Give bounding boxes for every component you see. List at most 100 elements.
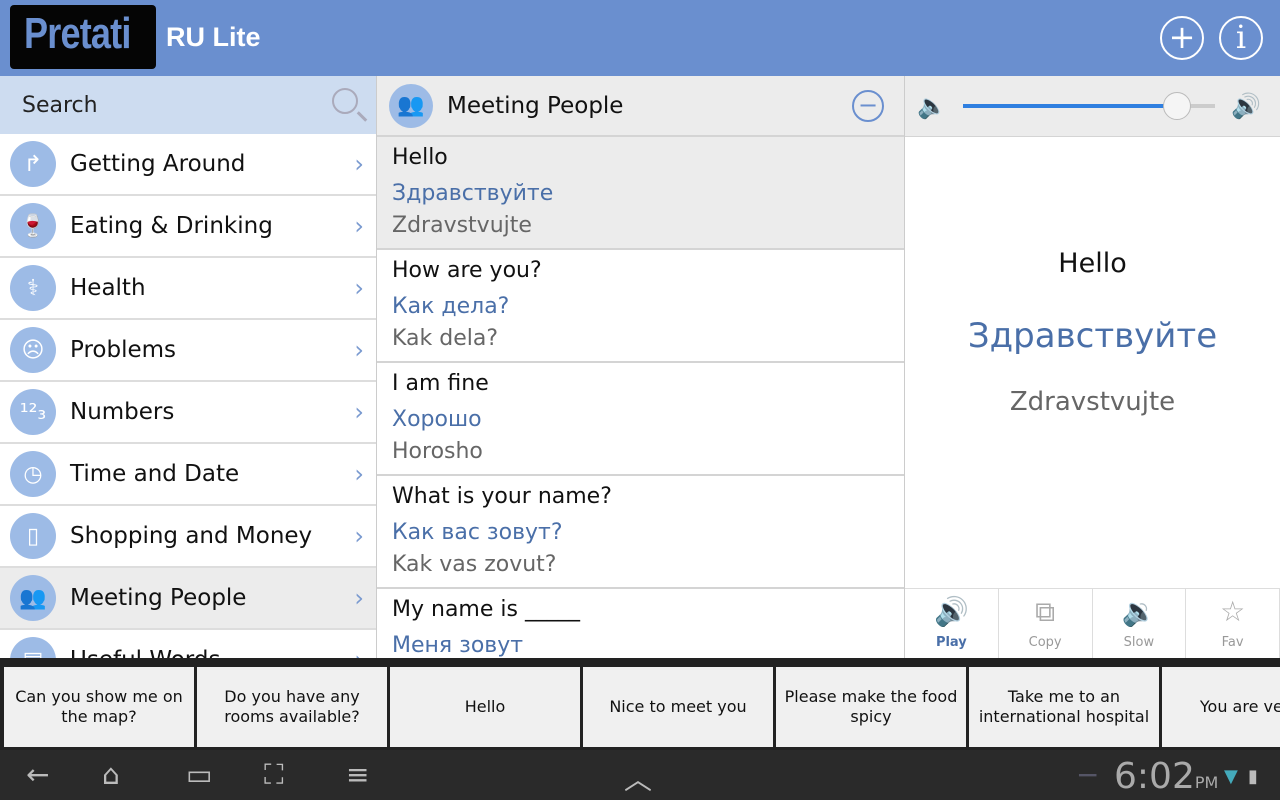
category-icon: ◷	[10, 451, 56, 497]
phrase-detail-panel: 🔈 🔊 Hello Здравствуйте Zdravstvujte 🔊 Pla…	[905, 76, 1280, 658]
detail-transliteration: Zdravstvujte	[1009, 387, 1176, 417]
search-placeholder: Search	[22, 92, 98, 118]
category-item[interactable]: ▤ Useful Words ›	[0, 630, 376, 658]
volume-high-icon: 🔊	[1231, 92, 1261, 120]
volume-slider[interactable]	[963, 92, 1215, 120]
category-label: Health	[70, 275, 146, 301]
phrase-item[interactable]: What is your name? Как вас зовут? Kak vas …	[377, 476, 904, 589]
notification-icon[interactable]: −	[1076, 758, 1099, 791]
chevron-right-icon: ›	[354, 274, 364, 302]
category-label: Useful Words	[70, 647, 220, 658]
app-header: Pretati RU Lite + i	[0, 0, 1280, 76]
info-icon[interactable]: i	[1219, 16, 1263, 60]
phrase-english: How are you?	[392, 258, 542, 283]
phrase-item[interactable]: My name is _____ Меня зовут	[377, 589, 904, 658]
category-label: Eating & Drinking	[70, 213, 273, 239]
chevron-right-icon: ›	[354, 398, 364, 426]
search-input[interactable]: Search	[0, 76, 376, 134]
phrase-english: My name is _____	[392, 597, 580, 622]
phrase-english: I am fine	[392, 371, 489, 396]
category-item[interactable]: ¹²₃ Numbers ›	[0, 382, 376, 444]
screenshot-icon[interactable]: ⛶	[264, 758, 284, 792]
phrase-item[interactable]: How are you? Как дела? Kak dela?	[377, 250, 904, 363]
home-icon[interactable]: ⌂	[102, 758, 120, 791]
chevron-right-icon: ›	[354, 522, 364, 550]
app-title: RU Lite	[166, 22, 261, 52]
chevron-right-icon: ›	[354, 460, 364, 488]
action-label: Play	[935, 635, 967, 650]
category-item[interactable]: 👥 Meeting People ›	[0, 568, 376, 630]
category-item[interactable]: 🍷 Eating & Drinking ›	[0, 196, 376, 258]
category-item[interactable]: ↱ Getting Around ›	[0, 134, 376, 196]
people-icon: 👥	[389, 83, 433, 128]
quick-phrase-strip: Can you show me on the map? Do you have a…	[0, 658, 1280, 750]
phrase-russian: Меня зовут	[392, 633, 524, 658]
category-label: Getting Around	[70, 151, 246, 177]
quick-phrase-card[interactable]: Hello	[390, 667, 580, 747]
slow-icon: 🔉	[1121, 595, 1157, 628]
phrase-list-header: 👥 Meeting People −	[377, 76, 904, 137]
chevron-right-icon: ›	[354, 584, 364, 612]
category-label: Time and Date	[70, 461, 240, 487]
search-icon[interactable]	[332, 88, 358, 114]
volume-thumb[interactable]	[1163, 92, 1192, 120]
volume-bar: 🔈 🔊	[905, 76, 1280, 137]
category-icon: ¹²₃	[10, 389, 56, 435]
action-label: Slow	[1123, 635, 1155, 650]
quick-phrase-card[interactable]: Can you show me on the map?	[4, 667, 194, 747]
quick-phrase-card[interactable]: Do you have any rooms available?	[197, 667, 387, 747]
category-icon: ☹	[10, 327, 56, 373]
category-sidebar: Search ↱ Getting Around › 🍷 Eating & Drinkin…	[0, 76, 377, 658]
phrase-russian: Здравствуйте	[392, 181, 554, 206]
category-item[interactable]: ☹ Problems ›	[0, 320, 376, 382]
recent-apps-icon[interactable]: ▭	[186, 758, 212, 791]
category-icon: 👥	[10, 575, 56, 621]
category-item[interactable]: ◷ Time and Date ›	[0, 444, 376, 506]
chevron-right-icon: ›	[354, 212, 364, 240]
battery-icon: ▮	[1248, 766, 1258, 787]
phrase-item[interactable]: Hello Здравствуйте Zdravstvujte	[377, 137, 904, 250]
copy-button[interactable]: ⧉ Copy	[999, 589, 1093, 658]
menu-icon[interactable]: ≡	[346, 758, 369, 791]
volume-low-icon: 🔈	[917, 92, 947, 120]
chevron-right-icon: ›	[354, 336, 364, 364]
play-icon: 🔊	[933, 595, 969, 628]
quick-phrase-card[interactable]: You are very b	[1162, 667, 1280, 747]
action-label: Copy	[1028, 635, 1062, 650]
chevron-right-icon: ›	[354, 150, 364, 178]
category-icon: ▯	[10, 513, 56, 559]
category-title: Meeting People	[447, 92, 624, 119]
category-icon: ↱	[10, 141, 56, 187]
category-item[interactable]: ⚕ Health ›	[0, 258, 376, 320]
wifi-icon: ▼	[1224, 766, 1238, 787]
pretati-logo: Pretati	[10, 5, 156, 69]
fav-button[interactable]: ☆ Fav	[1186, 589, 1280, 658]
category-label: Numbers	[70, 399, 175, 425]
slow-button[interactable]: 🔉 Slow	[1093, 589, 1187, 658]
category-label: Meeting People	[70, 585, 247, 611]
phrase-english: What is your name?	[392, 484, 612, 509]
detail-russian: Здравствуйте	[967, 316, 1218, 356]
category-label: Problems	[70, 337, 177, 363]
copy-icon: ⧉	[1035, 595, 1056, 628]
action-label: Fav	[1221, 635, 1244, 650]
detail-english: Hello	[1058, 248, 1127, 279]
chevron-up-icon[interactable]: ︿	[624, 758, 652, 798]
quick-phrase-card[interactable]: Please make the food spicy	[776, 667, 966, 747]
phrase-list-panel: 👥 Meeting People − Hello Здравствуйте Zdra…	[377, 76, 905, 658]
play-button[interactable]: 🔊 Play	[905, 589, 999, 658]
category-icon: 🍷	[10, 203, 56, 249]
back-icon[interactable]: ←	[26, 758, 49, 791]
collapse-icon[interactable]: −	[852, 90, 884, 122]
add-icon[interactable]: +	[1160, 16, 1204, 60]
system-nav-bar: ← ⌂ ▭ ⛶ ≡ ︿ − 6:02PM ▼ ▮	[0, 750, 1280, 800]
quick-phrase-card[interactable]: Nice to meet you	[583, 667, 773, 747]
quick-phrase-card[interactable]: Take me to an international hospital	[969, 667, 1159, 747]
category-icon: ⚕	[10, 265, 56, 311]
phrase-item[interactable]: I am fine Хорошо Horosho	[377, 363, 904, 476]
clock[interactable]: 6:02PM	[1114, 756, 1218, 797]
fav-icon: ☆	[1220, 595, 1246, 628]
phrase-russian: Как вас зовут?	[392, 520, 563, 545]
category-item[interactable]: ▯ Shopping and Money ›	[0, 506, 376, 568]
category-label: Shopping and Money	[70, 523, 313, 549]
